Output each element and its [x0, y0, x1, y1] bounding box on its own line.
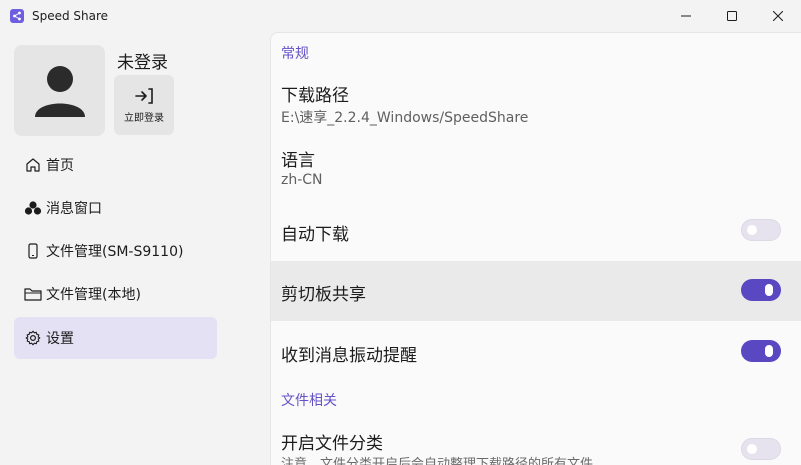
window-title: Speed Share	[32, 9, 109, 23]
gear-icon	[24, 329, 42, 347]
people-icon	[24, 199, 42, 217]
vibrate-on-message-label: 收到消息振动提醒	[281, 346, 417, 366]
login-label: 立即登录	[124, 112, 164, 124]
login-button[interactable]: 立即登录	[114, 75, 174, 135]
section-header-general: 常规	[281, 46, 309, 62]
maximize-icon	[727, 11, 737, 21]
toggle-knob	[765, 345, 773, 357]
avatar[interactable]	[14, 45, 105, 136]
user-name: 未登录	[117, 53, 168, 73]
section-header-files: 文件相关	[281, 393, 337, 409]
clipboard-share-toggle[interactable]	[741, 279, 781, 301]
nav-label: 文件管理(SM-S9110)	[46, 244, 184, 260]
close-button[interactable]	[755, 0, 801, 32]
person-icon	[34, 65, 85, 117]
window-controls	[663, 0, 801, 32]
vibrate-on-message-toggle[interactable]	[741, 340, 781, 362]
close-icon	[773, 11, 783, 21]
maximize-button[interactable]	[709, 0, 755, 32]
nav-item-settings[interactable]: 设置	[14, 317, 217, 359]
file-classify-note: 注意，文件分类开启后会自动整理下载路径的所有文件	[281, 457, 594, 465]
minimize-button[interactable]	[663, 0, 709, 32]
share-icon	[10, 9, 24, 23]
language-value: zh-CN	[281, 172, 323, 188]
auto-download-toggle[interactable]	[741, 219, 781, 241]
auto-download-label: 自动下载	[281, 225, 349, 245]
download-path-title[interactable]: 下载路径	[281, 81, 349, 106]
nav-item-home[interactable]: 首页	[14, 144, 217, 186]
language-title[interactable]: 语言	[281, 146, 315, 171]
nav-item-local-files[interactable]: 文件管理(本地)	[14, 273, 217, 315]
toggle-knob	[747, 225, 757, 235]
nav-label: 首页	[46, 158, 74, 174]
folder-icon	[24, 285, 42, 303]
title-bar: Speed Share	[0, 0, 801, 32]
login-arrow-icon	[135, 87, 153, 104]
download-path-value: E:\速享_2.2.4_Windows/SpeedShare	[281, 110, 529, 126]
sidebar: 未登录 立即登录 首页 消息窗口 文件管理(SM-S9110) 文件管理(本地)…	[0, 32, 270, 465]
nav-label: 消息窗口	[46, 201, 102, 217]
minimize-icon	[681, 15, 691, 17]
settings-panel: 常规 下载路径 E:\速享_2.2.4_Windows/SpeedShare 语…	[270, 32, 801, 465]
home-icon	[24, 156, 42, 174]
clipboard-share-label: 剪切板共享	[281, 285, 366, 305]
file-classify-toggle[interactable]	[741, 438, 781, 460]
toggle-knob	[765, 284, 773, 296]
toggle-knob	[747, 444, 757, 454]
nav-item-messages[interactable]: 消息窗口	[14, 187, 217, 229]
nav-item-remote-files[interactable]: 文件管理(SM-S9110)	[14, 230, 217, 272]
nav-label: 文件管理(本地)	[46, 287, 141, 303]
phone-icon	[24, 242, 42, 260]
nav-label: 设置	[46, 331, 74, 347]
file-classify-label: 开启文件分类	[281, 434, 383, 454]
